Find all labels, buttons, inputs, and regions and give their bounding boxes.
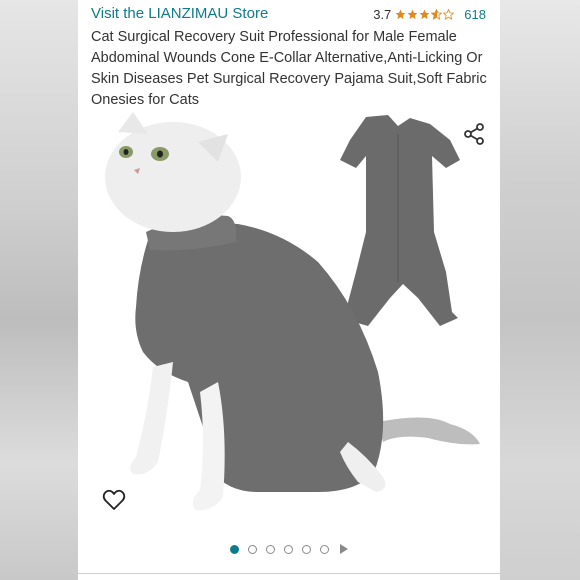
star-icon	[395, 9, 406, 20]
empty-star-icon	[443, 9, 455, 20]
carousel-dot-4[interactable]	[284, 544, 293, 554]
carousel-dot-2[interactable]	[248, 544, 257, 554]
background-right	[500, 0, 580, 580]
background-left	[0, 0, 78, 580]
product-card: Visit the LIANZIMAU Store 3.7 618 Cat Su…	[78, 0, 500, 580]
divider	[78, 573, 500, 574]
carousel-dot-3[interactable]	[266, 544, 275, 554]
carousel-indicators	[78, 543, 500, 555]
product-photo	[105, 112, 480, 511]
rating-stars	[395, 9, 455, 20]
share-icon[interactable]	[462, 122, 486, 146]
carousel-dot-1[interactable]	[230, 544, 239, 554]
half-star-icon	[431, 9, 443, 20]
rating-summary[interactable]: 3.7 618	[373, 7, 486, 22]
carousel-dot-6[interactable]	[320, 544, 329, 554]
carousel-dot-5[interactable]	[302, 544, 311, 554]
play-icon[interactable]	[340, 544, 348, 554]
product-header: Visit the LIANZIMAU Store 3.7 618	[91, 3, 496, 25]
rating-value: 3.7	[373, 7, 392, 22]
rating-count[interactable]: 618	[464, 7, 486, 22]
cat-tail	[378, 417, 480, 445]
suit-flatlay-illustration	[340, 115, 460, 326]
cat-illustration	[105, 112, 386, 511]
product-title: Cat Surgical Recovery Suit Professional …	[91, 29, 487, 108]
product-image[interactable]	[78, 112, 500, 537]
store-link[interactable]: Visit the LIANZIMAU Store	[91, 5, 268, 22]
star-icon	[419, 9, 430, 20]
star-icon	[407, 9, 418, 20]
heart-icon[interactable]	[102, 489, 126, 511]
